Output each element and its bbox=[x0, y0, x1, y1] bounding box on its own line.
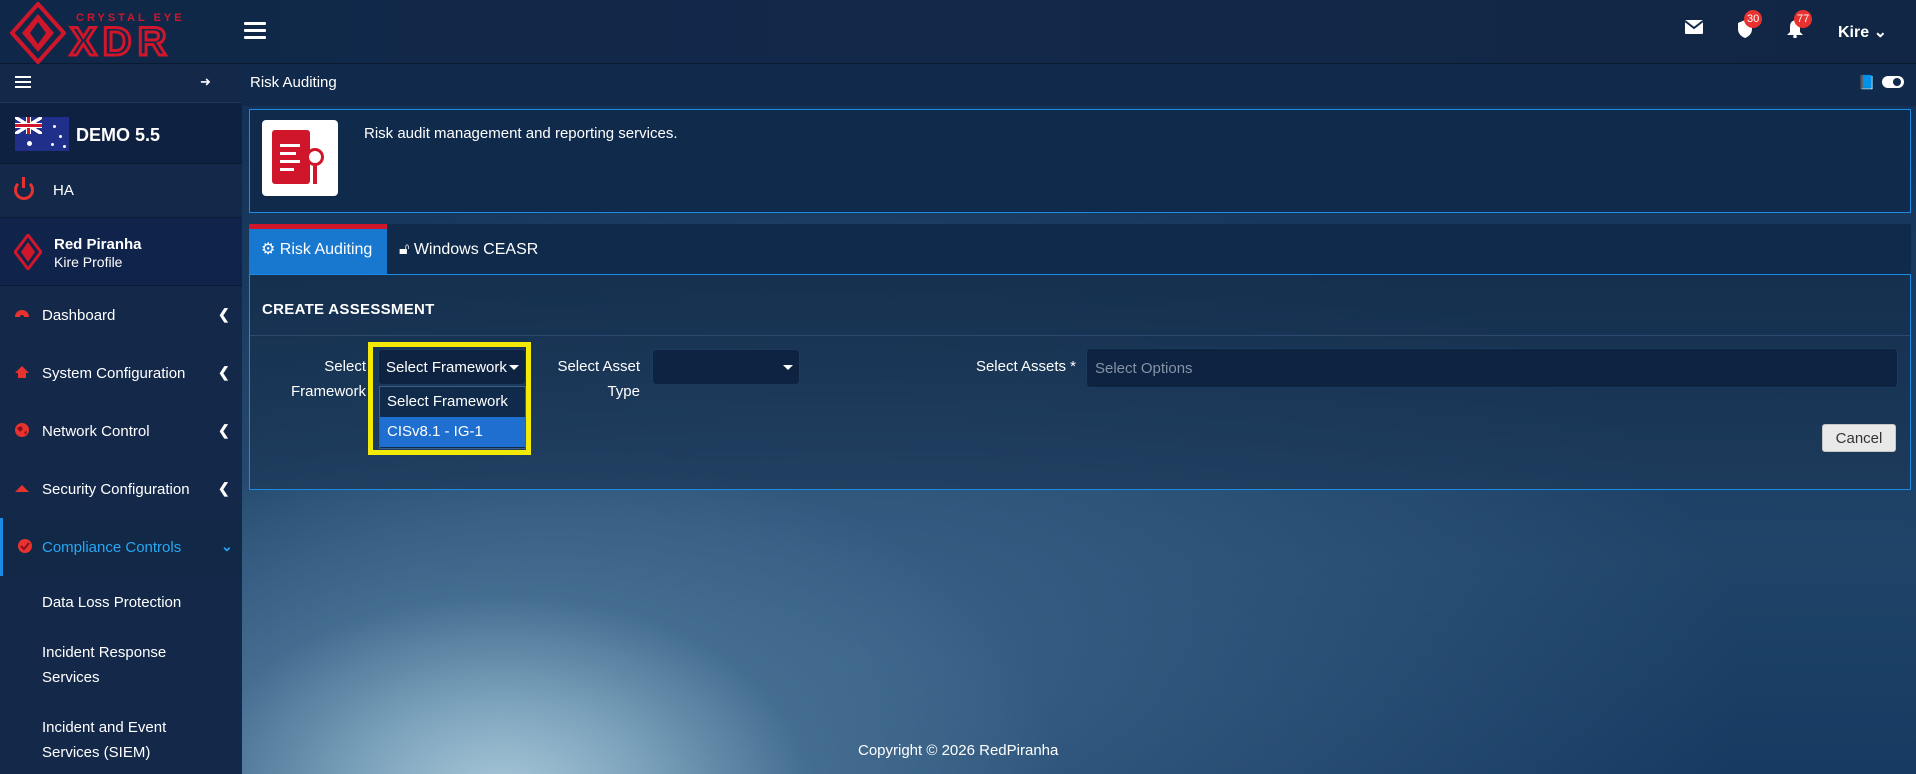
sidebar-item-label: Dashboard bbox=[42, 307, 116, 324]
org-name: Red Piranha bbox=[54, 236, 142, 253]
power-icon bbox=[14, 177, 34, 200]
australia-flag-icon bbox=[15, 117, 69, 151]
chevron-left-icon: ❮ bbox=[218, 480, 230, 496]
sidebar-subitem-incident-and-event-services[interactable]: Incident and Event Services (SIEM) bbox=[0, 715, 200, 765]
shield-alert-badge: 30 bbox=[1744, 10, 1763, 28]
tab-label: Risk Auditing bbox=[279, 241, 373, 258]
sidebar-item-dashboard[interactable]: Dashboard ❮ bbox=[0, 286, 242, 344]
sidebar-item-label: System Configuration bbox=[42, 365, 186, 382]
footer-copyright: Copyright © 2026 RedPiranha bbox=[858, 742, 1059, 759]
sidebar-subitem-label: Incident and Event Services (SIEM) bbox=[42, 719, 167, 761]
sidebar-item-label: Compliance Controls bbox=[42, 539, 182, 556]
notification-badge: 77 bbox=[1794, 10, 1813, 28]
user-menu[interactable]: Kire ⌄ bbox=[1838, 22, 1887, 42]
sign-out-icon[interactable]: ➜ bbox=[200, 74, 211, 90]
risk-audit-icon bbox=[262, 120, 338, 196]
sidebar: ➜ DEMO 5.5 HA Red Piranha Kire Profile D… bbox=[0, 64, 242, 774]
sidebar-subitem-data-loss-protection[interactable]: Data Loss Protection bbox=[0, 590, 242, 615]
tab-bar: ⚙ Risk Auditing 🔓︎ Windows CEASR bbox=[249, 224, 1911, 274]
sidebar-item-compliance-controls[interactable]: Compliance Controls ⌄ bbox=[0, 518, 242, 576]
framework-dropdown: Select Framework CISv8.1 - IG-1 bbox=[379, 386, 526, 449]
menu-toggle-icon[interactable] bbox=[244, 22, 266, 40]
chevron-left-icon: ❮ bbox=[218, 364, 230, 380]
red-piranha-icon bbox=[14, 234, 42, 270]
dashboard-icon bbox=[15, 310, 29, 319]
sidebar-toolbar: ➜ bbox=[0, 64, 242, 102]
sidebar-subitem-label: Data Loss Protection bbox=[42, 594, 182, 611]
shield-alert-icon[interactable]: 30 bbox=[1734, 10, 1763, 42]
chevron-down-icon: ⌄ bbox=[221, 538, 233, 554]
chevron-left-icon: ❮ bbox=[218, 306, 230, 322]
tab-windows-ceasr[interactable]: 🔓︎ Windows CEASR bbox=[387, 224, 550, 274]
security-icon bbox=[15, 485, 29, 492]
mail-icon[interactable] bbox=[1683, 20, 1705, 42]
globe-icon bbox=[15, 423, 29, 437]
user-name: Kire bbox=[1838, 24, 1870, 41]
page-title: Risk Auditing bbox=[250, 74, 337, 91]
tab-label: Windows CEASR bbox=[413, 241, 539, 258]
framework-label: Select Framework bbox=[290, 358, 366, 400]
device-name: DEMO 5.5 bbox=[76, 125, 161, 145]
sidebar-item-ha[interactable]: HA bbox=[0, 164, 242, 218]
crystal-eye-xdr-logo[interactable]: CRYSTAL EYE XDR bbox=[10, 2, 210, 66]
caret-down-icon bbox=[783, 365, 793, 370]
profile-card[interactable]: Red Piranha Kire Profile bbox=[0, 218, 242, 286]
unlock-icon: 🔓︎ bbox=[399, 241, 410, 258]
divider bbox=[250, 335, 1910, 336]
asset-type-label: Select Asset Type bbox=[557, 358, 640, 400]
toggle-switch[interactable] bbox=[1882, 76, 1904, 88]
assets-multiselect[interactable]: Select Options bbox=[1086, 348, 1898, 388]
asset-type-select[interactable] bbox=[652, 349, 800, 385]
description-box: Risk audit management and reporting serv… bbox=[249, 109, 1911, 213]
chevron-left-icon: ❮ bbox=[218, 422, 230, 438]
panel-heading: CREATE ASSESSMENT bbox=[262, 301, 435, 318]
dropdown-option[interactable]: Select Framework bbox=[380, 387, 525, 417]
bell-icon[interactable]: 77 bbox=[1784, 10, 1813, 42]
sidebar-collapse-icon[interactable] bbox=[15, 76, 31, 91]
assets-label: Select Assets * bbox=[975, 358, 1076, 375]
ha-label: HA bbox=[53, 182, 74, 199]
sidebar-item-network-control[interactable]: Network Control ❮ bbox=[0, 402, 242, 460]
assets-placeholder: Select Options bbox=[1095, 360, 1193, 377]
sidebar-item-label: Network Control bbox=[42, 423, 150, 440]
tab-risk-auditing[interactable]: ⚙ Risk Auditing bbox=[249, 224, 387, 274]
book-icon[interactable]: 📘 bbox=[1858, 74, 1875, 91]
gear-icon: ⚙ bbox=[261, 241, 276, 258]
dropdown-option-selected[interactable]: CISv8.1 - IG-1 bbox=[380, 417, 525, 447]
compliance-icon bbox=[18, 539, 32, 553]
sidebar-subitem-label: Incident Response Services bbox=[42, 644, 167, 686]
sidebar-item-security-configuration[interactable]: Security Configuration ❮ bbox=[0, 460, 242, 518]
top-header: CRYSTAL EYE XDR 30 77 Kire ⌄ bbox=[0, 0, 1916, 66]
piranha-logo-icon bbox=[10, 2, 66, 64]
sidebar-subitem-incident-response-services[interactable]: Incident Response Services bbox=[0, 640, 200, 690]
chevron-down-icon: ⌄ bbox=[1873, 24, 1887, 41]
device-selector[interactable]: DEMO 5.5 bbox=[0, 102, 242, 164]
sidebar-item-label: Security Configuration bbox=[42, 481, 190, 498]
sidebar-item-system-configuration[interactable]: System Configuration ❮ bbox=[0, 344, 242, 402]
cancel-button[interactable]: Cancel bbox=[1822, 424, 1896, 452]
profile-name: Kire Profile bbox=[54, 254, 123, 270]
logo-word: XDR bbox=[68, 19, 173, 66]
page-header: Risk Auditing 📘 bbox=[242, 64, 1916, 106]
page-description: Risk audit management and reporting serv… bbox=[364, 125, 678, 142]
home-icon bbox=[15, 366, 29, 378]
